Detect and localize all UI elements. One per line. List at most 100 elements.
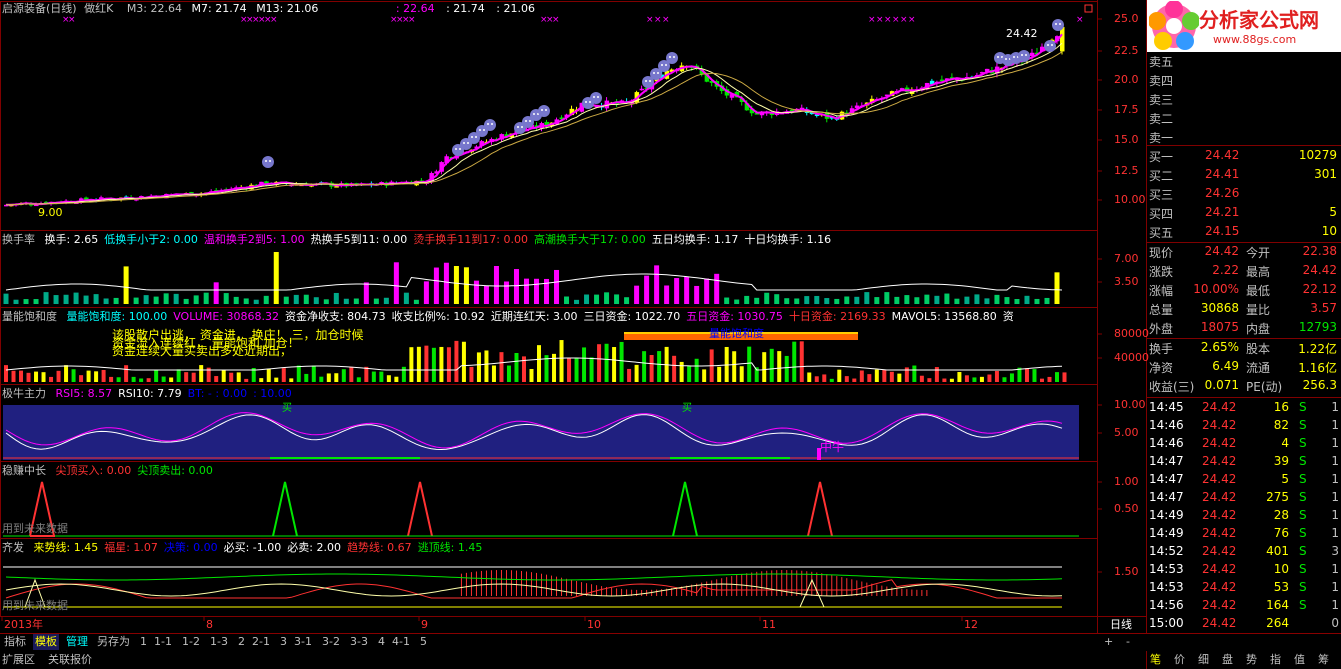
volume-bar <box>747 346 752 382</box>
indicator-value: 收支比例%: 10.92 <box>391 310 485 323</box>
turnover-bar <box>113 297 119 304</box>
signal-face-eye <box>483 129 485 131</box>
signal-face-eye <box>997 56 999 58</box>
ma3-label: M3: 22.64 <box>126 2 182 15</box>
axis-tick-label: 10.00 <box>1114 398 1146 411</box>
volume-bar <box>401 366 406 382</box>
axis-tick-label: 17.5 <box>1114 103 1139 116</box>
trend-future-note: 用到未来数据 <box>2 599 68 612</box>
tick-count: 1 <box>1331 580 1339 594</box>
tab-8[interactable]: 2 <box>236 634 247 650</box>
buy-label: 买三 <box>1149 188 1174 202</box>
volume-bar <box>559 340 564 382</box>
volume-bar <box>897 373 902 382</box>
right-tab-7[interactable]: 筹 <box>1318 651 1329 668</box>
tab-1[interactable]: 模板 <box>33 634 59 650</box>
signal-face-eye <box>1047 44 1049 46</box>
tab-13[interactable]: 3-3 <box>348 634 370 650</box>
stat-value: 24.42 <box>1302 263 1337 277</box>
right-tab-3[interactable]: 盘 <box>1222 651 1233 668</box>
right-tab-6[interactable]: 值 <box>1294 651 1305 668</box>
tab-12[interactable]: 3-2 <box>320 634 342 650</box>
signal-face-icon <box>484 119 496 131</box>
turnover-bar <box>694 285 700 304</box>
mode-label: 做红K <box>84 2 114 15</box>
volume-bar <box>184 372 189 382</box>
tick-time: 14:46 <box>1149 436 1184 450</box>
turnover-bar <box>43 292 49 304</box>
volume-bar <box>101 369 106 382</box>
tab-2[interactable]: 管理 <box>64 634 90 650</box>
right-tab-5[interactable]: 指 <box>1270 651 1281 668</box>
turnover-bar <box>143 295 149 304</box>
buy-volume: 5 <box>1329 205 1337 219</box>
signal-face-eye <box>463 142 465 144</box>
tick-time: 14:49 <box>1149 508 1184 522</box>
extension-tab-1[interactable]: 关联报价 <box>48 651 92 668</box>
volume-bar <box>957 372 962 382</box>
turnover-bar <box>253 299 259 304</box>
indicator-value: 必买: -1.00 <box>223 541 282 554</box>
stat-label: 外盘 <box>1149 322 1174 336</box>
tab-14[interactable]: 4 <box>376 634 387 650</box>
zoom-button-1[interactable]: - <box>1124 634 1132 650</box>
extension-tab-0[interactable]: 扩展区 <box>2 651 35 668</box>
volume-bar <box>972 377 977 382</box>
volume-bar <box>386 375 391 382</box>
tab-6[interactable]: 1-2 <box>180 634 202 650</box>
turnover-bar <box>784 298 790 304</box>
right-tab-2[interactable]: 细 <box>1198 651 1209 668</box>
tab-5[interactable]: 1-1 <box>152 634 174 650</box>
rsi-band <box>3 405 1079 460</box>
tab-9[interactable]: 2-1 <box>250 634 272 650</box>
tab-0[interactable]: 指标 <box>2 634 28 650</box>
buy-label: 买一 <box>1149 150 1174 164</box>
volume-bar <box>379 371 384 382</box>
buy-volume: 10279 <box>1298 148 1337 162</box>
turnover-bar <box>513 269 519 304</box>
right-tab-0[interactable]: 笔 <box>1150 651 1161 668</box>
volume-bar <box>4 365 8 382</box>
tab-16[interactable]: 5 <box>418 634 429 650</box>
indicator-value: 烫手换手11到17: 0.00 <box>413 233 529 246</box>
volume-bar <box>94 371 99 382</box>
turnover-bar <box>413 299 419 304</box>
volume-bar <box>161 376 166 382</box>
volume-bar <box>116 377 121 382</box>
peak-title: 稳赚中长 <box>2 464 46 477</box>
tick-row: 14:52 24.42 401 S 3 <box>1147 543 1341 561</box>
zoom-button-0[interactable]: + <box>1102 634 1115 650</box>
tab-10[interactable]: 3 <box>278 634 289 650</box>
x-marker: × <box>68 15 76 25</box>
rsi-bull-tag: 中牛 <box>820 440 845 454</box>
tab-4[interactable]: 1 <box>138 634 149 650</box>
tick-row: 14:53 24.42 53 S 1 <box>1147 579 1341 597</box>
tick-volume: 275 <box>1266 490 1289 504</box>
period-label[interactable]: 日线 <box>1110 618 1132 632</box>
tab-15[interactable]: 4-1 <box>390 634 412 650</box>
right-tab-1[interactable]: 价 <box>1174 651 1185 668</box>
indicator-value: VOLUME: 30868.32 <box>173 310 279 323</box>
tab-3[interactable]: 另存为 <box>95 634 132 650</box>
tab-11[interactable]: 3-1 <box>292 634 314 650</box>
tick-row: 14:47 24.42 39 S 1 <box>1147 453 1341 471</box>
signal-face-icon <box>1044 40 1056 52</box>
quote-separator <box>1147 397 1341 398</box>
buy-row: 买四 24.21 5 <box>1147 204 1341 221</box>
turnover-bar <box>1044 297 1050 304</box>
tick-time: 14:49 <box>1149 526 1184 540</box>
volume-bar <box>792 341 797 382</box>
volume-bar <box>439 346 444 382</box>
buy-row: 买三 24.26 <box>1147 185 1341 202</box>
candle-body <box>639 88 645 91</box>
x-marker: × <box>1076 15 1084 25</box>
right-tab-4[interactable]: 势 <box>1246 651 1257 668</box>
sell-row: 卖四 <box>1147 71 1341 88</box>
turnover-bar <box>373 298 379 304</box>
tick-count: 1 <box>1331 562 1339 576</box>
turnover-bar <box>974 294 980 304</box>
volume-bar <box>1009 373 1014 382</box>
turnover-bar <box>794 298 800 304</box>
sell-label: 卖一 <box>1149 131 1174 145</box>
tab-7[interactable]: 1-3 <box>208 634 230 650</box>
